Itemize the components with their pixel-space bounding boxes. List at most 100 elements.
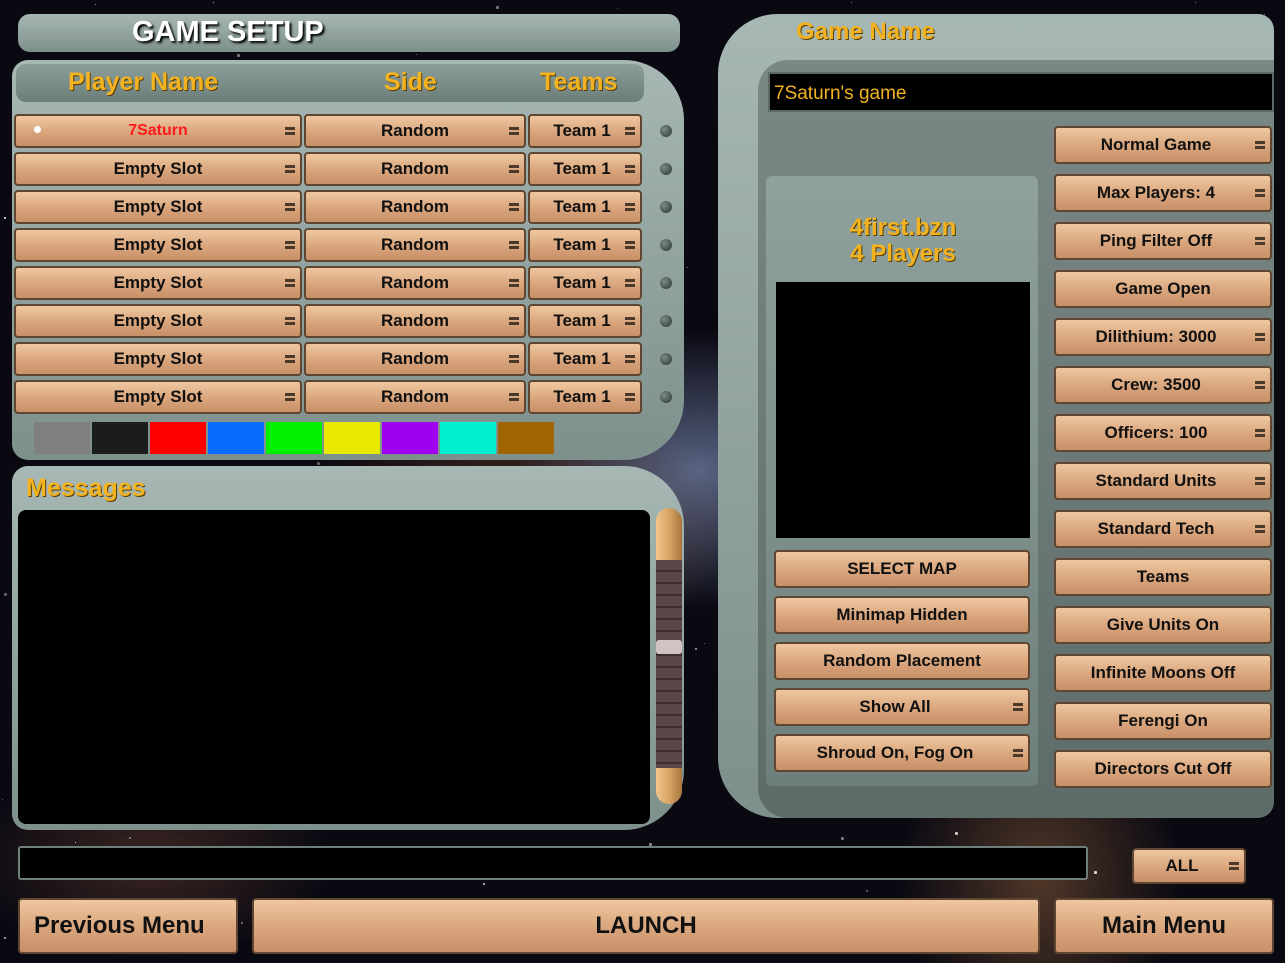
chevron-down-icon: [1013, 746, 1023, 760]
chevron-down-icon: [1255, 186, 1265, 200]
color-swatch[interactable]: [382, 422, 438, 454]
option-button[interactable]: Directors Cut Off: [1054, 750, 1272, 788]
side-dropdown[interactable]: Random: [304, 114, 526, 148]
player-name-dropdown[interactable]: 7Saturn: [14, 114, 302, 148]
page-title: GAME SETUP: [132, 16, 324, 48]
placement-button[interactable]: Random Placement: [774, 642, 1030, 680]
option-button[interactable]: Game Open: [1054, 270, 1272, 308]
option-button[interactable]: Teams: [1054, 558, 1272, 596]
player-name-dropdown[interactable]: Empty Slot: [14, 152, 302, 186]
side-dropdown[interactable]: Random: [304, 190, 526, 224]
option-dropdown[interactable]: Ping Filter Off: [1054, 222, 1272, 260]
chat-input[interactable]: [18, 846, 1088, 880]
game-name-label: Game Name: [796, 18, 935, 45]
team-dropdown[interactable]: Team 1: [528, 342, 642, 376]
side-label: Random: [381, 159, 449, 178]
launch-button[interactable]: LAUNCH: [252, 898, 1040, 954]
chevron-down-icon: [625, 200, 635, 214]
chevron-down-icon: [509, 314, 519, 328]
player-name-dropdown[interactable]: Empty Slot: [14, 228, 302, 262]
main-menu-button[interactable]: Main Menu: [1054, 898, 1274, 954]
team-label: Team 1: [553, 235, 611, 254]
color-swatch[interactable]: [440, 422, 496, 454]
chevron-down-icon: [509, 276, 519, 290]
option-label: Give Units On: [1106, 615, 1220, 634]
chevron-down-icon: [625, 276, 635, 290]
player-name-dropdown[interactable]: Empty Slot: [14, 266, 302, 300]
show-all-dropdown[interactable]: Show All: [774, 688, 1030, 726]
team-dropdown[interactable]: Team 1: [528, 114, 642, 148]
chevron-down-icon: [285, 238, 295, 252]
color-swatch[interactable]: [92, 422, 148, 454]
select-map-label: SELECT MAP: [847, 559, 957, 578]
slot-indicator-icon: [660, 391, 672, 403]
team-dropdown[interactable]: Team 1: [528, 152, 642, 186]
side-dropdown[interactable]: Random: [304, 380, 526, 414]
color-swatch[interactable]: [150, 422, 206, 454]
color-swatch[interactable]: [324, 422, 380, 454]
color-swatch[interactable]: [498, 422, 554, 454]
chevron-down-icon: [1255, 522, 1265, 536]
option-dropdown[interactable]: Standard Tech: [1054, 510, 1272, 548]
team-dropdown[interactable]: Team 1: [528, 380, 642, 414]
option-dropdown[interactable]: Officers: 100: [1054, 414, 1272, 452]
player-name-dropdown[interactable]: Empty Slot: [14, 380, 302, 414]
side-label: Random: [381, 273, 449, 292]
option-button[interactable]: Give Units On: [1054, 606, 1272, 644]
player-name-dropdown[interactable]: Empty Slot: [14, 342, 302, 376]
option-label: Standard Tech: [1097, 519, 1215, 538]
slot-indicator-icon: [660, 353, 672, 365]
chevron-down-icon: [509, 352, 519, 366]
map-file: 4first.bzn: [849, 214, 957, 241]
minimap-toggle-button[interactable]: Minimap Hidden: [774, 596, 1030, 634]
team-dropdown[interactable]: Team 1: [528, 304, 642, 338]
chevron-down-icon: [625, 162, 635, 176]
player-name-label: Empty Slot: [113, 387, 203, 406]
chevron-down-icon: [625, 314, 635, 328]
option-label: Max Players: 4: [1096, 183, 1216, 202]
team-label: Team 1: [553, 197, 611, 216]
team-label: Team 1: [553, 159, 611, 178]
option-label: Crew: 3500: [1111, 375, 1201, 394]
side-label: Random: [381, 121, 449, 140]
shroud-fog-dropdown[interactable]: Shroud On, Fog On: [774, 734, 1030, 772]
side-dropdown[interactable]: Random: [304, 152, 526, 186]
player-name-dropdown[interactable]: Empty Slot: [14, 190, 302, 224]
option-label: Infinite Moons Off: [1090, 663, 1236, 682]
game-name-input[interactable]: 7Saturn's game: [768, 72, 1274, 112]
scrollbar-thumb[interactable]: [656, 640, 682, 654]
color-swatch[interactable]: [266, 422, 322, 454]
previous-menu-label: Previous Menu: [34, 912, 205, 939]
option-button[interactable]: Ferengi On: [1054, 702, 1272, 740]
color-swatch[interactable]: [34, 422, 90, 454]
side-dropdown[interactable]: Random: [304, 228, 526, 262]
side-dropdown[interactable]: Random: [304, 266, 526, 300]
team-dropdown[interactable]: Team 1: [528, 228, 642, 262]
chat-filter-dropdown[interactable]: ALL: [1132, 848, 1246, 884]
option-dropdown[interactable]: Dilithium: 3000: [1054, 318, 1272, 356]
option-button[interactable]: Infinite Moons Off: [1054, 654, 1272, 692]
teams-header: Teams: [540, 68, 618, 96]
option-dropdown[interactable]: Max Players: 4: [1054, 174, 1272, 212]
option-dropdown[interactable]: Normal Game: [1054, 126, 1272, 164]
chevron-down-icon: [285, 162, 295, 176]
team-label: Team 1: [553, 273, 611, 292]
side-dropdown[interactable]: Random: [304, 304, 526, 338]
previous-menu-button[interactable]: Previous Menu: [18, 898, 238, 954]
player-name-dropdown[interactable]: Empty Slot: [14, 304, 302, 338]
option-dropdown[interactable]: Standard Units: [1054, 462, 1272, 500]
side-dropdown[interactable]: Random: [304, 342, 526, 376]
option-dropdown[interactable]: Crew: 3500: [1054, 366, 1272, 404]
side-label: Random: [381, 349, 449, 368]
team-dropdown[interactable]: Team 1: [528, 190, 642, 224]
scrollbar-track: [656, 560, 682, 768]
side-label: Random: [381, 235, 449, 254]
team-dropdown[interactable]: Team 1: [528, 266, 642, 300]
chevron-down-icon: [1255, 330, 1265, 344]
color-swatch[interactable]: [208, 422, 264, 454]
chevron-down-icon: [285, 390, 295, 404]
player-name-label: Empty Slot: [113, 159, 203, 178]
chevron-down-icon: [509, 162, 519, 176]
player-name-header: Player Name: [68, 68, 219, 96]
select-map-button[interactable]: SELECT MAP: [774, 550, 1030, 588]
